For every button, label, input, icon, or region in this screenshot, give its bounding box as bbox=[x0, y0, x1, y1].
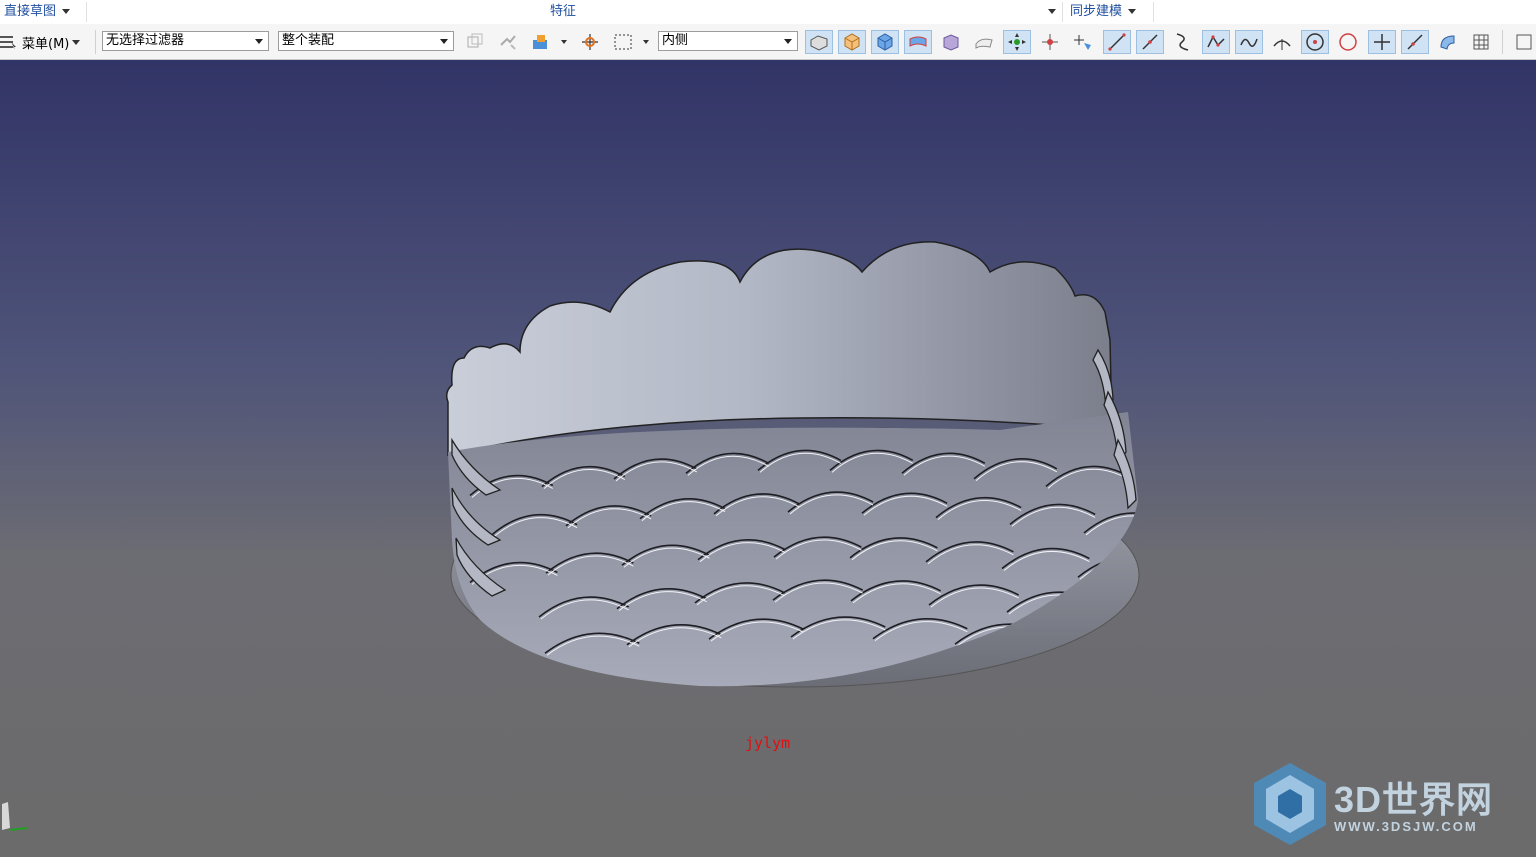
inside-select[interactable]: 内侧 bbox=[658, 31, 798, 51]
scale-highlight bbox=[1160, 525, 1243, 544]
zoom-icon bbox=[1516, 34, 1532, 50]
surface-icon bbox=[975, 38, 993, 49]
divider bbox=[1502, 30, 1503, 54]
watermark-title: 3D世界网 bbox=[1334, 779, 1494, 820]
sheet-body-button[interactable] bbox=[904, 30, 932, 54]
watermark: 3D世界网 WWW.3DSJW.COM bbox=[1252, 761, 1522, 847]
assembly-feature-button[interactable] bbox=[461, 30, 489, 54]
annotation-label: jylym bbox=[745, 734, 791, 752]
body-icon bbox=[844, 33, 860, 51]
surface-edge-button[interactable] bbox=[1434, 30, 1462, 54]
graphics-viewport[interactable]: jylym 3D世界网 WWW.3DSJW.COM bbox=[0, 60, 1536, 857]
grid-button[interactable] bbox=[1467, 30, 1495, 54]
circle-center-button[interactable] bbox=[1301, 30, 1329, 54]
chevron-down-icon[interactable] bbox=[72, 39, 81, 45]
spline-icon bbox=[1240, 38, 1258, 47]
solid-face-icon bbox=[810, 35, 828, 51]
divider bbox=[1062, 2, 1063, 22]
snap-point-button[interactable] bbox=[576, 30, 604, 54]
spline-button[interactable] bbox=[1235, 30, 1263, 54]
cube-logo-icon bbox=[1254, 763, 1326, 845]
snap-point-icon bbox=[582, 34, 598, 50]
arc-icon bbox=[1273, 39, 1291, 50]
plus-button[interactable] bbox=[1368, 30, 1396, 54]
ribbon-group-bar: 直接草图 特征 同步建模 bbox=[0, 0, 1536, 25]
face-icon bbox=[877, 33, 893, 51]
selection-scope-select[interactable]: 整个装配 bbox=[278, 31, 454, 51]
circle-icon bbox=[1339, 33, 1357, 51]
tangent-line-icon bbox=[1407, 34, 1423, 50]
axis-triad-icon[interactable] bbox=[0, 800, 40, 850]
body-button[interactable] bbox=[838, 30, 866, 54]
line-button[interactable] bbox=[1103, 30, 1131, 54]
divider bbox=[1153, 2, 1154, 22]
selection-scope-value: 整个装配 bbox=[282, 33, 335, 48]
group-feature-dropdown[interactable] bbox=[1042, 3, 1056, 21]
divider bbox=[86, 2, 87, 22]
grid-icon bbox=[1473, 34, 1489, 50]
chevron-down-icon[interactable] bbox=[255, 39, 263, 44]
arc-button[interactable] bbox=[1268, 30, 1296, 54]
solid-face-button[interactable] bbox=[805, 30, 833, 54]
chevron-down-icon[interactable] bbox=[561, 40, 567, 44]
group-sync-modeling[interactable]: 同步建模 bbox=[1070, 3, 1137, 21]
circle-center-icon bbox=[1306, 33, 1324, 51]
menu-icon bbox=[0, 36, 16, 49]
chevron-down-icon[interactable] bbox=[1128, 9, 1137, 14]
tangent-line-button[interactable] bbox=[1401, 30, 1429, 54]
curve-icon bbox=[1176, 33, 1189, 51]
select-box-icon bbox=[614, 34, 632, 50]
create-feature-icon bbox=[533, 35, 547, 49]
sheet-body-icon bbox=[909, 36, 927, 47]
zoom-button[interactable] bbox=[1508, 30, 1536, 54]
move-component-button[interactable] bbox=[494, 30, 522, 54]
selection-toolbar: 菜单(M) 无选择过滤器 整个装配 内侧 bbox=[0, 24, 1536, 60]
polyline-icon bbox=[1207, 35, 1225, 48]
menu-label: 菜单(M) bbox=[22, 36, 70, 52]
surface-edge-icon bbox=[1440, 35, 1455, 50]
curve-button[interactable] bbox=[1169, 30, 1197, 54]
chevron-down-icon[interactable] bbox=[62, 9, 71, 14]
surface-button[interactable] bbox=[970, 30, 998, 54]
group-direct-sketch[interactable]: 直接草图 bbox=[4, 3, 71, 21]
inside-value: 内侧 bbox=[662, 33, 689, 48]
create-feature-button[interactable] bbox=[527, 30, 555, 54]
group-feature-label: 特征 bbox=[550, 4, 577, 19]
selection-intent-icon bbox=[1074, 35, 1091, 50]
divider bbox=[95, 30, 96, 54]
group-sync-modeling-label: 同步建模 bbox=[1070, 4, 1123, 19]
chevron-down-icon[interactable] bbox=[643, 40, 649, 44]
type-filter-value: 无选择过滤器 bbox=[106, 33, 185, 48]
point-on-curve-button[interactable] bbox=[1036, 30, 1064, 54]
line-segment-button[interactable] bbox=[1136, 30, 1164, 54]
line-segment-icon bbox=[1142, 34, 1158, 50]
block-button[interactable] bbox=[937, 30, 965, 54]
circle-button[interactable] bbox=[1334, 30, 1362, 54]
plus-icon bbox=[1374, 34, 1390, 50]
chevron-down-icon[interactable] bbox=[784, 39, 792, 44]
select-all-button[interactable] bbox=[1003, 30, 1031, 54]
line-icon bbox=[1108, 33, 1126, 51]
type-filter-select[interactable]: 无选择过滤器 bbox=[102, 31, 269, 51]
selection-intent-button[interactable] bbox=[1069, 30, 1097, 54]
move-component-icon bbox=[500, 35, 516, 50]
group-feature[interactable]: 特征 bbox=[550, 3, 576, 21]
group-direct-sketch-label: 直接草图 bbox=[4, 4, 57, 19]
menu-button[interactable]: 菜单(M) bbox=[0, 31, 81, 53]
assembly-feature-icon bbox=[467, 33, 483, 48]
chevron-down-icon[interactable] bbox=[440, 39, 448, 44]
face-button[interactable] bbox=[871, 30, 899, 54]
scale-edge bbox=[1158, 522, 1243, 542]
chevron-down-icon[interactable] bbox=[1048, 9, 1056, 14]
select-all-icon bbox=[1008, 33, 1026, 51]
polyline-button[interactable] bbox=[1202, 30, 1230, 54]
select-box-button[interactable] bbox=[609, 30, 637, 54]
block-icon bbox=[943, 34, 959, 51]
point-on-curve-icon bbox=[1042, 34, 1058, 50]
watermark-url: WWW.3DSJW.COM bbox=[1334, 819, 1478, 834]
